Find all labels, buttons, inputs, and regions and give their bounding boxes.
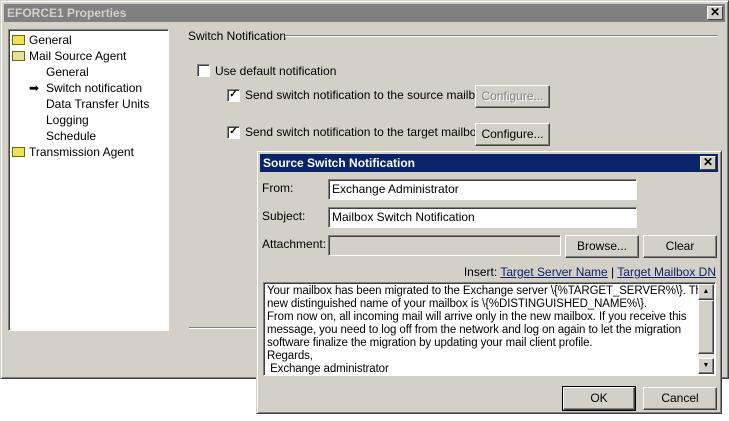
close-button[interactable]: ✕ bbox=[707, 6, 723, 20]
folder-icon bbox=[12, 35, 25, 45]
tree-item-switch-notification[interactable]: ➡ Switch notification bbox=[29, 81, 142, 95]
insert-target-dn-link[interactable]: Target Mailbox DN bbox=[617, 265, 716, 279]
use-default-checkbox[interactable] bbox=[197, 64, 210, 77]
folder-icon bbox=[12, 147, 25, 157]
vertical-scrollbar[interactable]: ▲ ▼ bbox=[698, 284, 714, 374]
section-divider bbox=[285, 35, 717, 37]
clear-button[interactable]: Clear bbox=[643, 235, 717, 258]
from-label: From: bbox=[262, 181, 294, 195]
scroll-up-icon[interactable]: ▲ bbox=[698, 284, 714, 300]
configure-source-button[interactable]: Configure... bbox=[475, 85, 550, 108]
tree-item-schedule[interactable]: Schedule bbox=[46, 129, 96, 143]
dialog-title-bar: Source Switch Notification ✕ bbox=[260, 154, 718, 172]
tree-item-logging[interactable]: Logging bbox=[46, 113, 89, 127]
subject-input[interactable]: Mailbox Switch Notification bbox=[328, 207, 637, 228]
tree-item-general[interactable]: General bbox=[12, 33, 72, 47]
use-default-label: Use default notification bbox=[215, 64, 337, 78]
tree-item-transmission-agent[interactable]: Transmission Agent bbox=[12, 145, 134, 159]
tree-item-mail-source-agent[interactable]: Mail Source Agent bbox=[12, 49, 126, 63]
source-switch-notification-dialog: Source Switch Notification ✕ From: Excha… bbox=[256, 150, 722, 414]
window-title: EFORCE1 Properties bbox=[7, 6, 127, 20]
from-input[interactable]: Exchange Administrator bbox=[328, 179, 637, 200]
source-mailbox-checkbox[interactable]: ✓ bbox=[227, 89, 240, 102]
folder-open-icon bbox=[12, 51, 25, 61]
title-bar: EFORCE1 Properties ✕ bbox=[4, 4, 725, 22]
scroll-down-icon[interactable]: ▼ bbox=[698, 358, 714, 374]
ok-button[interactable]: OK bbox=[562, 386, 636, 411]
subject-label: Subject: bbox=[262, 209, 306, 223]
tree-item-data-transfer-units[interactable]: Data Transfer Units bbox=[46, 97, 149, 111]
insert-separator: | bbox=[611, 265, 615, 279]
configure-target-button[interactable]: Configure... bbox=[475, 123, 550, 146]
target-mailbox-checkbox[interactable]: ✓ bbox=[227, 126, 240, 139]
insert-target-server-link[interactable]: Target Server Name bbox=[500, 265, 607, 279]
insert-label: Insert: bbox=[463, 265, 498, 279]
tree-item-msa-general[interactable]: General bbox=[46, 65, 89, 79]
dialog-title: Source Switch Notification bbox=[263, 156, 416, 170]
browse-button[interactable]: Browse... bbox=[565, 235, 639, 258]
insert-row: Insert: Target Server Name | Target Mail… bbox=[464, 265, 716, 279]
arrow-icon: ➡ bbox=[29, 81, 40, 95]
scroll-thumb[interactable] bbox=[698, 300, 714, 354]
cancel-button[interactable]: Cancel bbox=[643, 387, 717, 410]
target-mailbox-label: Send switch notification to the target m… bbox=[245, 125, 483, 139]
message-body-textarea[interactable]: Your mailbox has been migrated to the Ex… bbox=[263, 282, 716, 376]
message-body-text: Your mailbox has been migrated to the Ex… bbox=[267, 285, 708, 375]
divider bbox=[189, 327, 259, 329]
source-mailbox-label: Send switch notification to the source m… bbox=[245, 88, 488, 102]
attachment-input[interactable] bbox=[328, 235, 561, 256]
dialog-close-button[interactable]: ✕ bbox=[700, 156, 716, 170]
attachment-label: Attachment: bbox=[262, 237, 327, 251]
section-title: Switch Notification bbox=[188, 29, 287, 43]
navigation-tree: General Mail Source Agent General ➡ Switc… bbox=[8, 29, 169, 331]
